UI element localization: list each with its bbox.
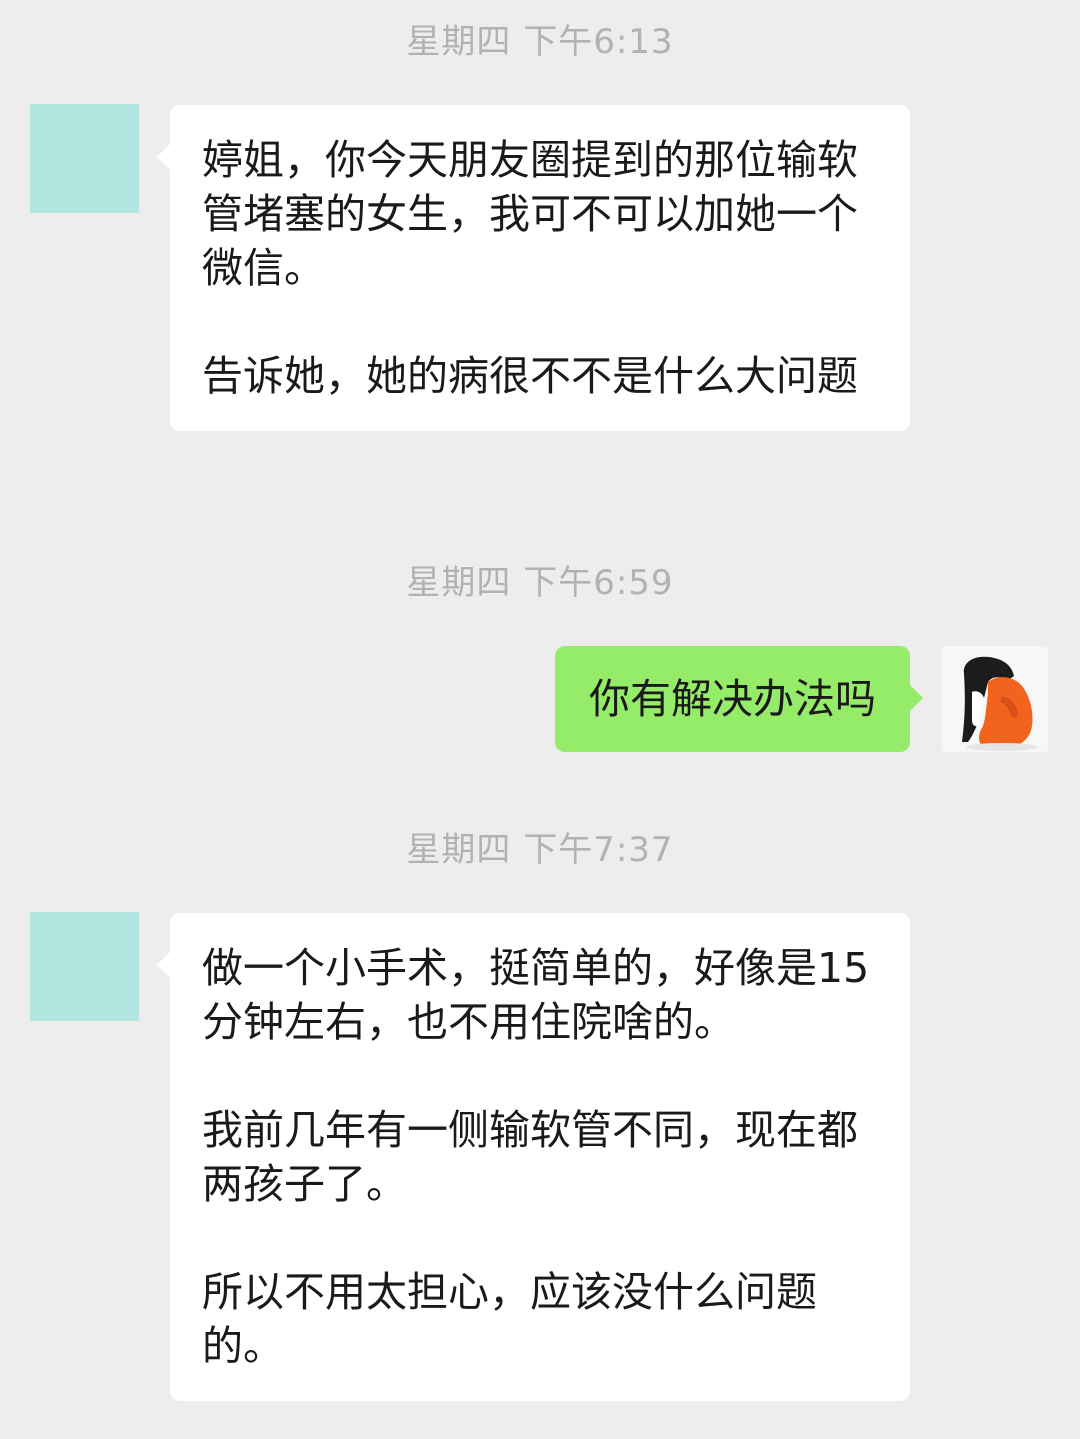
outgoing-message-bubble[interactable]: 你有解决办法吗 [555,646,923,752]
message-text: 你有解决办法吗 [589,675,876,723]
contact-avatar[interactable] [30,104,139,213]
message-paragraph: 告诉她，她的病很不不是什么大问题 [202,352,858,400]
message-paragraph: 婷姐，你今天朋友圈提到的那位输软管堵塞的女生，我可不可以加她一个微信。 [202,136,858,292]
self-avatar-photo-icon [942,646,1048,752]
message-paragraph: 我前几年有一侧输软管不同，现在都两孩子了。 [202,1106,858,1208]
timestamp: 星期四 下午6:59 [406,563,674,603]
contact-avatar[interactable] [30,912,139,1021]
self-avatar[interactable] [942,646,1048,752]
timestamp: 星期四 下午7:37 [406,830,674,870]
message-paragraph: 所以不用太担心，应该没什么问题的。 [202,1268,817,1370]
timestamp: 星期四 下午6:13 [406,22,674,62]
incoming-message-bubble[interactable]: 做一个小手术，挺简单的，好像是15分钟左右，也不用住院啥的。 我前几年有一侧输软… [157,913,910,1401]
incoming-message-bubble[interactable]: 婷姐，你今天朋友圈提到的那位输软管堵塞的女生，我可不可以加她一个微信。 告诉她，… [157,105,910,431]
message-paragraph: 做一个小手术，挺简单的，好像是15分钟左右，也不用住院啥的。 [202,944,870,1046]
